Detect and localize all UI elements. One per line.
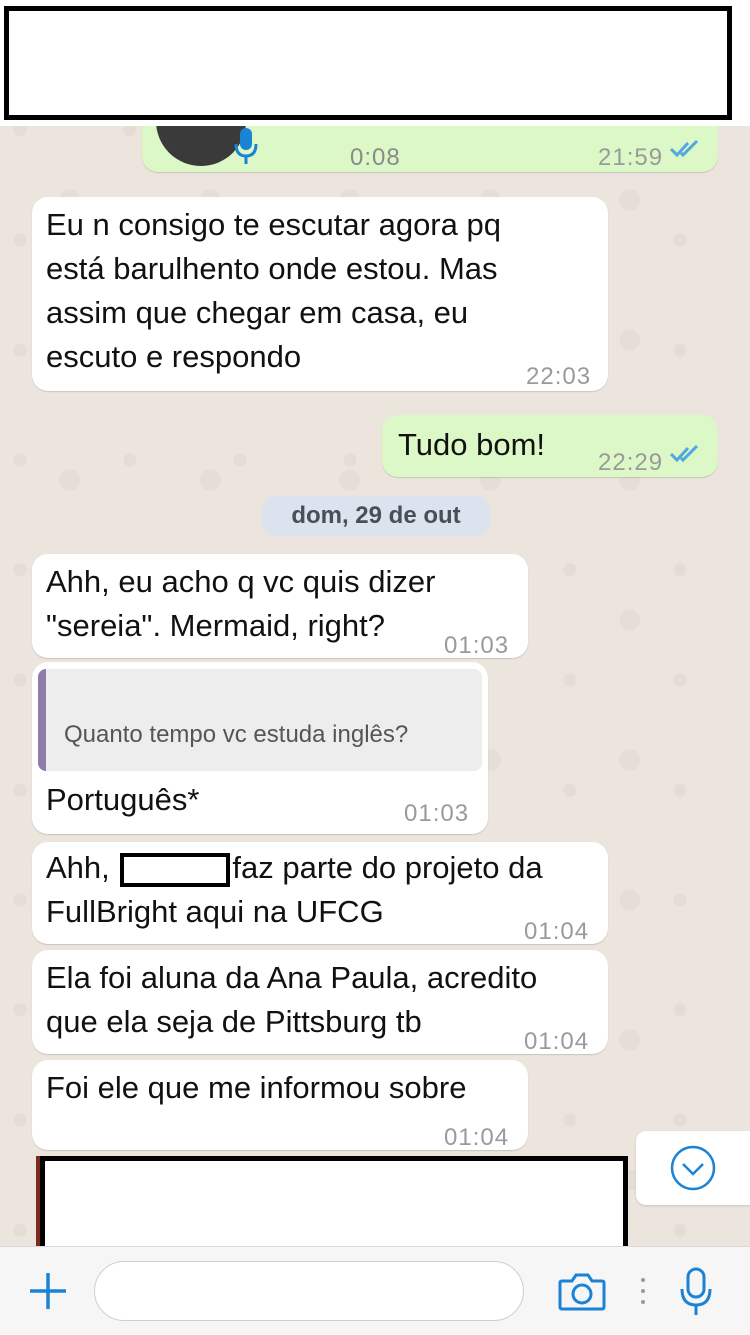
redacted-message xyxy=(40,1156,628,1254)
message-text-part: Ahh, xyxy=(46,850,119,885)
message-time: 22:29 xyxy=(598,449,664,476)
message-time: 21:59 xyxy=(598,144,664,171)
double-check-icon xyxy=(670,140,699,158)
message-text: Foi ele que me informou sobre xyxy=(46,1070,467,1105)
microphone-icon xyxy=(234,128,258,164)
message-composer xyxy=(0,1246,750,1335)
message-time: 01:04 xyxy=(444,1124,510,1151)
double-check-icon xyxy=(670,445,699,463)
quoted-text: Quanto tempo vc estuda inglês? xyxy=(64,721,409,748)
message-time: 01:04 xyxy=(524,918,590,945)
camera-icon[interactable] xyxy=(558,1271,606,1311)
message-text-line: FullBright aqui na UFCG xyxy=(46,894,384,929)
outgoing-message[interactable]: Tudo bom! 22:29 xyxy=(382,415,718,477)
incoming-message[interactable]: Ahh, faz parte do projeto da FullBright … xyxy=(32,842,608,945)
message-time: 01:03 xyxy=(404,800,470,827)
plus-icon[interactable] xyxy=(28,1271,68,1311)
message-text: Português* xyxy=(46,782,200,817)
incoming-message[interactable]: Foi ele que me informou sobre 01:04 xyxy=(32,1060,528,1151)
quoted-message[interactable]: Quanto tempo vc estuda inglês? xyxy=(38,669,482,771)
message-time: 01:04 xyxy=(524,1028,590,1055)
voice-duration: 0:08 xyxy=(350,144,401,171)
message-text: Ahh, faz parte do projeto da xyxy=(46,846,543,890)
scroll-to-bottom-button[interactable] xyxy=(636,1131,750,1205)
incoming-message[interactable]: Eu n consigo te escutar agora pq está ba… xyxy=(32,197,608,391)
message-text: Tudo bom! xyxy=(398,427,546,462)
message-text-part: faz parte do projeto da xyxy=(232,850,543,885)
redacted-name xyxy=(120,852,231,887)
message-time: 22:03 xyxy=(526,363,592,390)
redacted-header xyxy=(4,6,732,120)
incoming-message[interactable]: Ahh, eu acho q vc quis dizer "sereia". M… xyxy=(32,554,528,659)
date-separator: dom, 29 de out xyxy=(262,496,490,536)
message-input[interactable] xyxy=(94,1261,524,1321)
microphone-icon[interactable] xyxy=(678,1267,714,1317)
incoming-message[interactable]: Ela foi aluna da Ana Paula, acredito que… xyxy=(32,950,608,1055)
message-text: Ela foi aluna da Ana Paula, acredito que… xyxy=(46,960,538,1039)
message-text: Ahh, eu acho q vc quis dizer "sereia". M… xyxy=(46,564,436,643)
message-text: Eu n consigo te escutar agora pq está ba… xyxy=(46,207,501,374)
more-dots-icon xyxy=(641,1278,645,1304)
chevron-down-circle-icon xyxy=(670,1145,716,1191)
